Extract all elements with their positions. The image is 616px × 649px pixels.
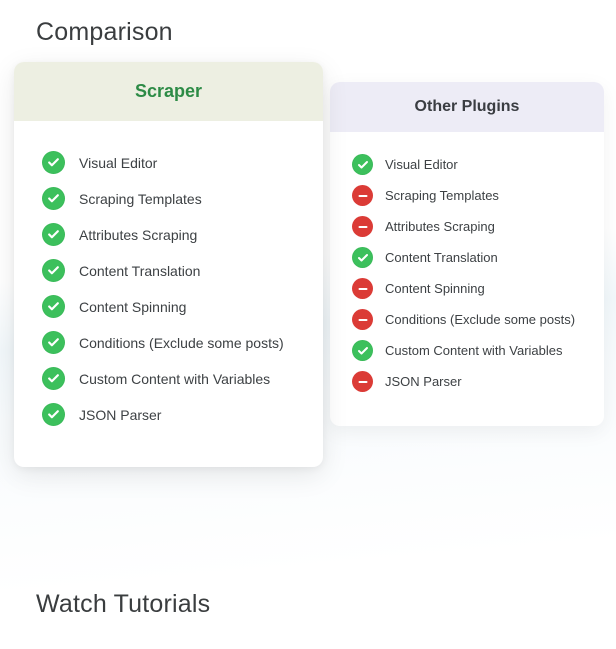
feature-row: Content Spinning bbox=[42, 295, 299, 318]
feature-label: Visual Editor bbox=[79, 155, 157, 171]
feature-row: Visual Editor bbox=[42, 151, 299, 174]
feature-row: Scraping Templates bbox=[352, 185, 584, 206]
check-icon bbox=[352, 247, 373, 268]
check-icon bbox=[352, 154, 373, 175]
feature-row: JSON Parser bbox=[42, 403, 299, 426]
feature-row: Scraping Templates bbox=[42, 187, 299, 210]
feature-label: JSON Parser bbox=[385, 374, 462, 389]
feature-label: Scraping Templates bbox=[79, 191, 202, 207]
feature-label: Scraping Templates bbox=[385, 188, 499, 203]
check-icon bbox=[42, 295, 65, 318]
feature-label: Custom Content with Variables bbox=[385, 343, 563, 358]
scraper-feature-list: Visual Editor Scraping Templates Attribu… bbox=[14, 121, 323, 426]
feature-label: Attributes Scraping bbox=[79, 227, 197, 243]
scraper-card: Scraper Visual Editor Scraping Templates… bbox=[14, 62, 323, 467]
minus-icon bbox=[352, 185, 373, 206]
other-plugins-card-title: Other Plugins bbox=[330, 82, 604, 132]
minus-icon bbox=[352, 371, 373, 392]
feature-row: Content Translation bbox=[352, 247, 584, 268]
minus-icon bbox=[352, 216, 373, 237]
feature-label: Conditions (Exclude some posts) bbox=[385, 312, 575, 327]
feature-row: Content Translation bbox=[42, 259, 299, 282]
feature-row: Attributes Scraping bbox=[42, 223, 299, 246]
minus-icon bbox=[352, 278, 373, 299]
check-icon bbox=[42, 259, 65, 282]
feature-row: JSON Parser bbox=[352, 371, 584, 392]
other-plugins-feature-list: Visual Editor Scraping Templates Attribu… bbox=[330, 132, 604, 392]
feature-label: Content Spinning bbox=[385, 281, 485, 296]
feature-row: Conditions (Exclude some posts) bbox=[42, 331, 299, 354]
feature-row: Custom Content with Variables bbox=[42, 367, 299, 390]
check-icon bbox=[42, 367, 65, 390]
feature-label: Content Spinning bbox=[79, 299, 186, 315]
feature-row: Custom Content with Variables bbox=[352, 340, 584, 361]
check-icon bbox=[352, 340, 373, 361]
check-icon bbox=[42, 223, 65, 246]
check-icon bbox=[42, 151, 65, 174]
check-icon bbox=[42, 331, 65, 354]
feature-label: Content Translation bbox=[385, 250, 498, 265]
feature-row: Visual Editor bbox=[352, 154, 584, 175]
comparison-heading: Comparison bbox=[0, 0, 616, 47]
feature-label: Custom Content with Variables bbox=[79, 371, 270, 387]
feature-label: Visual Editor bbox=[385, 157, 458, 172]
minus-icon bbox=[352, 309, 373, 330]
check-icon bbox=[42, 403, 65, 426]
tutorials-heading: Watch Tutorials bbox=[0, 590, 210, 619]
feature-row: Conditions (Exclude some posts) bbox=[352, 309, 584, 330]
feature-label: Content Translation bbox=[79, 263, 200, 279]
feature-label: JSON Parser bbox=[79, 407, 161, 423]
other-plugins-card: Other Plugins Visual Editor Scraping Tem… bbox=[330, 82, 604, 426]
feature-label: Conditions (Exclude some posts) bbox=[79, 335, 284, 351]
check-icon bbox=[42, 187, 65, 210]
scraper-card-title: Scraper bbox=[14, 62, 323, 121]
feature-row: Attributes Scraping bbox=[352, 216, 584, 237]
feature-label: Attributes Scraping bbox=[385, 219, 495, 234]
feature-row: Content Spinning bbox=[352, 278, 584, 299]
